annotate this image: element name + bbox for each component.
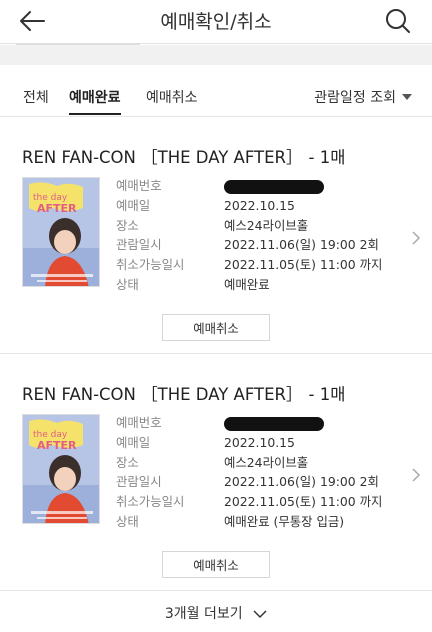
show-datetime-label: 관람일시	[116, 474, 162, 490]
show-datetime-row: 관람일시 2022.11.06(일) 19:00 2회	[116, 235, 382, 255]
booking-date-row: 예매일 2022.10.15	[116, 196, 382, 216]
show-datetime-label: 관람일시	[116, 237, 162, 253]
load-more-label: 3개월 더보기	[164, 606, 243, 622]
app-header: 예매확인/취소	[0, 0, 432, 45]
redacted-value	[224, 416, 324, 431]
poster-image[interactable]: the day AFTER	[22, 414, 100, 524]
show-datetime-row: 관람일시 2022.11.06(일) 19:00 2회	[116, 472, 382, 492]
venue-row: 장소 예스24라이브홀	[116, 453, 382, 473]
booking-number-row: 예매번호	[116, 413, 382, 433]
load-more-button[interactable]: 3개월 더보기	[0, 603, 432, 623]
event-name: REN FAN-CON ［THE DAY AFTER］	[22, 385, 303, 404]
tab-all[interactable]: 전체	[23, 87, 49, 115]
poster-image[interactable]: the day AFTER	[22, 177, 100, 287]
status-label: 상태	[116, 513, 139, 529]
cancel-booking-button[interactable]: 예매취소	[162, 314, 270, 341]
svg-text:AFTER: AFTER	[37, 202, 77, 215]
show-datetime-value: 2022.11.06(일) 19:00 2회	[224, 474, 379, 490]
booking-number-label: 예매번호	[116, 415, 162, 430]
booking-date-value: 2022.10.15	[224, 197, 295, 213]
booking-card: REN FAN-CON ［THE DAY AFTER］ - 1매 the day …	[0, 118, 432, 354]
cancel-booking-button[interactable]: 예매취소	[162, 551, 270, 578]
section-spacer	[0, 45, 432, 65]
status-label: 상태	[116, 276, 139, 292]
booking-details: 예매번호 예매일 2022.10.15 장소 예스24라이브홀 관람일시 2022.1…	[116, 413, 382, 532]
venue-value: 예스24라이브홀	[224, 217, 309, 233]
filter-tabs: 전체 예매완료 예매취소 관람일정 조회	[0, 65, 432, 117]
ticket-quantity: - 1매	[308, 148, 346, 167]
ticket-quantity: - 1매	[308, 385, 346, 404]
cancel-deadline-row: 취소가능일시 2022.11.05(토) 11:00 까지	[116, 492, 382, 512]
booking-number-row: 예매번호	[116, 176, 382, 196]
chevron-right-icon[interactable]	[410, 230, 422, 246]
venue-label: 장소	[116, 454, 139, 470]
cancel-deadline-label: 취소가능일시	[116, 494, 185, 510]
booking-title: REN FAN-CON ［THE DAY AFTER］ - 1매	[22, 144, 345, 168]
cancel-deadline-value: 2022.11.05(토) 11:00 까지	[224, 257, 383, 273]
show-datetime-value: 2022.11.06(일) 19:00 2회	[224, 237, 379, 253]
booking-details: 예매번호 예매일 2022.10.15 장소 예스24라이브홀 관람일시 2022.1…	[116, 176, 382, 295]
booking-date-label: 예매일	[116, 434, 151, 450]
redacted-value	[224, 179, 324, 194]
svg-text:AFTER: AFTER	[37, 439, 77, 452]
page-title: 예매확인/취소	[160, 11, 272, 33]
tab-booking-complete[interactable]: 예매완료	[69, 87, 121, 115]
venue-label: 장소	[116, 217, 139, 233]
booking-date-value: 2022.10.15	[224, 434, 295, 450]
cancel-deadline-row: 취소가능일시 2022.11.05(토) 11:00 까지	[116, 255, 382, 275]
chevron-down-icon	[253, 610, 267, 619]
status-value: 예매완료 (무통장 입금)	[224, 513, 345, 529]
venue-value: 예스24라이브홀	[224, 454, 309, 470]
tab-booking-cancelled[interactable]: 예매취소	[146, 87, 198, 115]
chevron-right-icon[interactable]	[410, 467, 422, 483]
caret-down-icon	[402, 94, 412, 100]
cancel-deadline-label: 취소가능일시	[116, 257, 185, 273]
booking-date-label: 예매일	[116, 197, 151, 213]
booking-card: REN FAN-CON ［THE DAY AFTER］ - 1매 the day …	[0, 355, 432, 591]
cancel-deadline-value: 2022.11.05(토) 11:00 까지	[224, 494, 383, 510]
event-name: REN FAN-CON ［THE DAY AFTER］	[22, 148, 303, 167]
status-row: 상태 예매완료	[116, 275, 382, 295]
venue-row: 장소 예스24라이브홀	[116, 216, 382, 236]
sort-dropdown[interactable]: 관람일정 조회	[314, 87, 412, 107]
search-icon[interactable]	[384, 7, 412, 35]
sort-label: 관람일정 조회	[314, 90, 396, 106]
booking-number-label: 예매번호	[116, 178, 162, 193]
status-row: 상태 예매완료 (무통장 입금)	[116, 512, 382, 532]
status-value: 예매완료	[224, 276, 270, 292]
booking-title: REN FAN-CON ［THE DAY AFTER］ - 1매	[22, 381, 345, 405]
booking-date-row: 예매일 2022.10.15	[116, 433, 382, 453]
